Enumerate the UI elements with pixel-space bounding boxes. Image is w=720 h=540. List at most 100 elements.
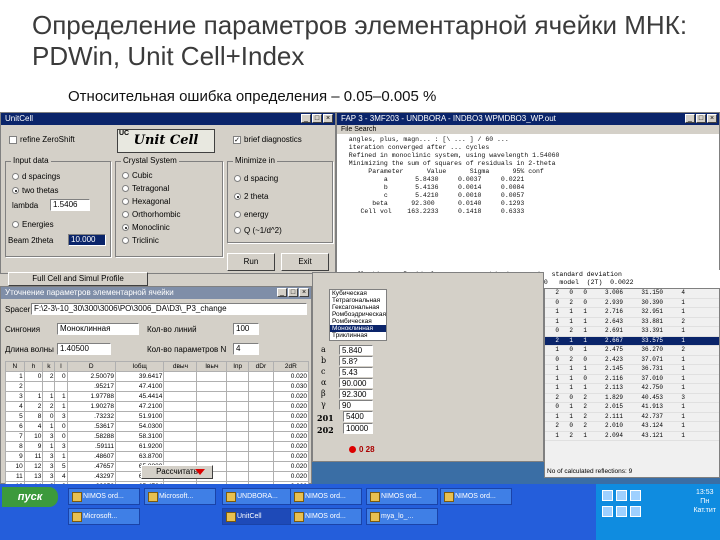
table-cell[interactable]: 0.020 [272, 431, 310, 442]
table-cell[interactable]: 3 [5, 391, 25, 402]
minimize-icon[interactable]: _ [685, 114, 695, 123]
table-cell[interactable] [196, 431, 228, 442]
close-icon[interactable]: × [323, 114, 333, 123]
table-cell[interactable]: 1 [23, 391, 44, 402]
table-cell[interactable] [226, 411, 250, 422]
table-cell[interactable]: 0.020 [272, 411, 310, 422]
table-cell[interactable] [248, 441, 274, 452]
grid-column-header[interactable]: Iобщ [114, 361, 165, 372]
table-cell[interactable] [163, 371, 198, 382]
grid-column-header[interactable]: dDr [248, 361, 274, 372]
list-item[interactable]: Ромбическая [330, 318, 386, 325]
table-cell[interactable] [163, 431, 198, 442]
table-row[interactable]: 8 9 1 3.59111 61.9200 0.020 [5, 441, 310, 452]
table-cell[interactable] [226, 421, 250, 432]
editor-menu[interactable]: File Search [337, 125, 719, 134]
table-cell[interactable] [248, 391, 274, 402]
table-cell[interactable]: 2 [23, 401, 44, 412]
table-row[interactable]: 1 2 1 2.094 43.121 1 [545, 432, 719, 441]
taskbar-button[interactable]: mya_lo_... [366, 508, 438, 525]
table-cell[interactable]: 1 [54, 391, 68, 402]
table-cell[interactable] [196, 441, 228, 452]
editor-text[interactable]: angles, plus, magn... : [\ ... ] / 60 ..… [337, 134, 719, 218]
wavelength-input[interactable]: 1.40500 [57, 343, 111, 355]
taskbar-button[interactable]: UNDBORA... [222, 488, 294, 505]
param-input[interactable]: 92.300 [339, 389, 373, 399]
grid-column-header[interactable]: Iвыч [196, 361, 228, 372]
table-row[interactable]: 6 4 1 0.53617 54.0300 0.020 [5, 421, 310, 432]
grid-column-header[interactable]: N [5, 361, 25, 372]
table-cell[interactable] [163, 391, 198, 402]
table-cell[interactable]: 61.9200 [114, 441, 165, 452]
table-cell[interactable]: 3 [54, 411, 68, 422]
table-row[interactable]: 9 11 3 1.48607 63.8700 0.020 [5, 451, 310, 462]
table-cell[interactable]: 1 [42, 421, 56, 432]
tray-icon[interactable] [630, 506, 641, 517]
table-cell[interactable]: 7 [5, 431, 25, 442]
count-param-input[interactable]: 5400 [343, 411, 373, 422]
table-cell[interactable] [226, 461, 250, 472]
table-cell[interactable]: 0.020 [272, 391, 310, 402]
table-cell[interactable]: 0 [42, 411, 56, 422]
table-cell[interactable] [248, 451, 274, 462]
table-cell[interactable]: 51.9100 [114, 411, 165, 422]
table-cell[interactable] [23, 381, 44, 392]
close-icon[interactable]: × [707, 114, 717, 123]
table-cell[interactable]: 0.030 [272, 381, 310, 392]
table-cell[interactable] [196, 421, 228, 432]
energies-radio[interactable]: Energies [12, 220, 54, 229]
table-row[interactable]: 0 1 2 2.015 41.913 1 [545, 403, 719, 413]
table-cell[interactable]: 0.020 [272, 451, 310, 462]
params-input[interactable]: 4 [233, 343, 259, 355]
beam-input[interactable]: 10.000 [68, 234, 106, 246]
param-input[interactable]: 5.43 [339, 367, 373, 377]
system-cubic-radio[interactable]: Cubic [122, 171, 152, 180]
table-row[interactable]: 1 1 0 2.116 37.010 1 [545, 375, 719, 384]
table-cell[interactable] [226, 471, 250, 482]
minimize-d-radio[interactable]: d spacing [234, 174, 278, 183]
minimize-icon[interactable]: _ [277, 288, 287, 297]
close-icon[interactable]: × [299, 288, 309, 297]
table-cell[interactable] [163, 441, 198, 452]
table-cell[interactable] [163, 421, 198, 432]
table-cell[interactable]: 3 [42, 431, 56, 442]
table-cell[interactable]: 2 [5, 381, 25, 392]
table-row[interactable]: 1 1 1 2.113 42.750 1 [545, 384, 719, 394]
d-spacings-radio[interactable]: d spacings [12, 172, 60, 181]
system-select[interactable]: Моноклинная [57, 323, 139, 335]
taskbar-button[interactable]: NIMOS ord... [290, 508, 362, 525]
table-cell[interactable]: 0.020 [272, 471, 310, 482]
param-input[interactable]: 90.000 [339, 378, 373, 388]
param-input[interactable]: 90 [339, 400, 373, 410]
table-cell[interactable]: 54.0300 [114, 421, 165, 432]
table-cell[interactable]: 4 [54, 471, 68, 482]
table-cell[interactable] [226, 401, 250, 412]
run-button[interactable]: Run [227, 253, 275, 271]
table-row[interactable]: 2 0 2 1.829 40.453 3 [545, 394, 719, 403]
table-cell[interactable]: .43297 [66, 471, 116, 482]
grid-column-header[interactable]: k [42, 361, 56, 372]
taskbar-button[interactable]: NIMOS ord... [440, 488, 512, 505]
table-cell[interactable] [226, 451, 250, 462]
table-cell[interactable]: 13 [23, 471, 44, 482]
table-cell[interactable]: 0.020 [272, 461, 310, 472]
refine-zeroshift-checkbox[interactable]: refine ZeroShift [9, 135, 75, 144]
table-cell[interactable] [248, 431, 274, 442]
table-row[interactable]: 7 10 3 0.58288 58.3100 0.020 [5, 431, 310, 442]
table-cell[interactable]: 9 [5, 451, 25, 462]
brief-diagnostics-checkbox[interactable]: ✓ brief diagnostics [233, 135, 302, 144]
crystal-system-list[interactable]: Кубическая Тетрагональная Гексагональная Ро… [329, 289, 387, 341]
table-cell[interactable]: 3 [42, 471, 56, 482]
table-cell[interactable]: 0.020 [272, 421, 310, 432]
taskbar-button[interactable]: NIMOS ord... [366, 488, 438, 505]
table-cell[interactable] [196, 391, 228, 402]
table-row[interactable]: 1 1 1 2.145 36.731 1 [545, 365, 719, 375]
table-cell[interactable]: 0 [54, 421, 68, 432]
table-cell[interactable] [248, 461, 274, 472]
table-cell[interactable] [248, 401, 274, 412]
grid-column-header[interactable]: D [66, 361, 116, 372]
table-cell[interactable]: .47657 [66, 461, 116, 472]
system-tetragonal-radio[interactable]: Tetragonal [122, 184, 169, 193]
param-input[interactable]: 5.8? [339, 356, 373, 366]
table-cell[interactable] [248, 371, 274, 382]
